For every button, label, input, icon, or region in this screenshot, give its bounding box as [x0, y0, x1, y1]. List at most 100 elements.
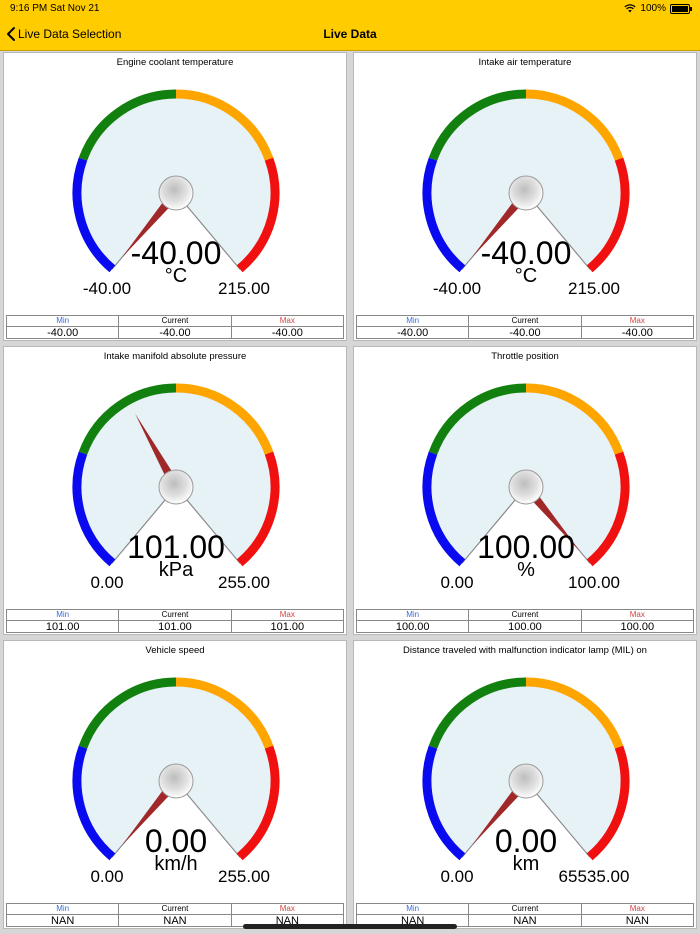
gauge-unit: °C [515, 265, 537, 287]
gauge-range-min: 0.00 [440, 573, 473, 592]
gauge-range-max: 100.00 [568, 573, 620, 592]
stat-current: Current NAN [119, 904, 232, 927]
gauge-unit: % [517, 559, 535, 581]
stat-min: Min -40.00 [357, 316, 470, 339]
stat-min-value: -40.00 [47, 327, 79, 339]
stat-max-value: -40.00 [621, 327, 653, 339]
stat-current: Current 101.00 [119, 610, 232, 633]
stat-min: Min 101.00 [7, 610, 120, 633]
gauge-range-min: 0.00 [440, 867, 473, 886]
gauge-range-max: 215.00 [218, 279, 270, 298]
gauge-dial: 100.00%0.00 100.00 [422, 383, 630, 592]
gauge-range-max: 215.00 [568, 279, 620, 298]
stat-min-label: Min [7, 610, 119, 621]
stat-min: Min -40.00 [7, 316, 120, 339]
gauge-range-max: 255.00 [218, 573, 270, 592]
gauge-dial: 0.00km/h0.00 255.00 [72, 677, 280, 886]
gauge-panel: Engine coolant temperature -40.00 °C -40.00… [3, 52, 347, 341]
home-indicator [243, 924, 457, 929]
gauge-range-min: -40.00 [433, 279, 481, 298]
stats-row: Min -40.00 Current -40.00 Max -40.00 [356, 315, 694, 339]
stat-current-value: 101.00 [158, 621, 192, 633]
stat-max: Max -40.00 [581, 316, 693, 339]
stat-min: Min 100.00 [357, 610, 470, 633]
gauge-panel: Vehicle speed 0.00 km/h 0.00 255.00 Min NAN Cur… [3, 640, 347, 929]
stat-current-label: Current [469, 316, 581, 327]
stat-current: Current -40.00 [469, 316, 582, 339]
stat-current-value: -40.00 [159, 327, 191, 339]
stat-min-value: -40.00 [397, 327, 429, 339]
gauge-hub [158, 469, 194, 505]
status-right: 100% [624, 3, 692, 14]
page-title: Live Data [323, 27, 377, 41]
stat-current-value: 100.00 [508, 621, 542, 633]
wifi-icon [624, 4, 637, 13]
stat-min-label: Min [7, 904, 119, 915]
stat-max-label: Max [581, 610, 693, 621]
stat-max-label: Max [581, 316, 693, 327]
gauge-hub [508, 469, 544, 505]
navigation-bar: Live Data Selection Live Data [0, 18, 700, 51]
gauge-unit: °C [165, 265, 187, 287]
stat-min-label: Min [357, 904, 469, 915]
gauge-dial: -40.00°C-40.00 215.00 [72, 89, 280, 298]
status-bar: 9:16 PM Sat Nov 21 100% [0, 0, 700, 18]
stat-current: Current 100.00 [469, 610, 582, 633]
stat-max: Max 101.00 [231, 610, 343, 633]
stat-current-value: NAN [163, 915, 187, 927]
stat-max: Max -40.00 [231, 316, 343, 339]
gauge-range-max: 255.00 [218, 867, 270, 886]
battery-percent: 100% [640, 3, 666, 14]
stat-current-label: Current [469, 904, 581, 915]
stat-min-value: 100.00 [395, 621, 430, 633]
stat-min-label: Min [7, 316, 119, 327]
gauge-hub [158, 175, 194, 211]
stat-max: Max NAN [581, 904, 693, 927]
stat-current-value: NAN [513, 915, 537, 927]
stats-row: Min 101.00 Current 101.00 Max 101.00 [6, 609, 344, 633]
stat-current-label: Current [119, 610, 231, 621]
stat-min-value: 101.00 [45, 621, 80, 633]
status-time: 9:16 PM [10, 3, 48, 14]
stat-min: Min NAN [357, 904, 470, 927]
stat-max: Max 100.00 [581, 610, 693, 633]
stat-current: Current NAN [469, 904, 582, 927]
gauge-unit: km/h [154, 853, 197, 875]
stat-max-value: -40.00 [271, 327, 303, 339]
gauge-dial: -40.00°C-40.00 215.00 [422, 89, 630, 298]
gauge-hub [508, 175, 544, 211]
stat-current-value: -40.00 [509, 327, 541, 339]
stat-min-label: Min [357, 610, 469, 621]
status-date: Sat Nov 21 [50, 3, 100, 14]
stats-row: Min -40.00 Current -40.00 Max -40.00 [6, 315, 344, 339]
stats-row: Min 100.00 Current 100.00 Max 100.00 [356, 609, 694, 633]
stat-current: Current -40.00 [119, 316, 232, 339]
stat-current-label: Current [119, 316, 231, 327]
stat-min: Min NAN [7, 904, 120, 927]
stat-min-value: NAN [51, 915, 75, 927]
gauge-panel: Intake manifold absolute pressure 101.00 k… [3, 346, 347, 635]
stat-max-label: Max [581, 904, 693, 915]
gauge-range-min: 0.00 [90, 867, 123, 886]
stat-max: Max NAN [231, 904, 343, 927]
gauge-panel: Intake air temperature -40.00 °C -40.00 215.… [353, 52, 697, 341]
gauge-unit: kPa [159, 559, 194, 581]
stat-max-label: Max [231, 316, 343, 327]
stat-current-label: Current [469, 610, 581, 621]
stat-max-value: 100.00 [620, 621, 655, 633]
gauge-panel: Distance traveled with malfunction indic… [353, 640, 697, 929]
stat-max-label: Max [231, 610, 343, 621]
gauge-dial: 0.00km0.00 65535.00 [422, 677, 630, 886]
stat-current-label: Current [119, 904, 231, 915]
stat-max-label: Max [231, 904, 343, 915]
gauge-panel: Throttle position 100.00% 0.00 100.00 Min 100… [353, 346, 697, 635]
gauge-unit: km [513, 853, 540, 875]
gauge-hub [508, 763, 544, 799]
gauge-range-min: -40.00 [83, 279, 131, 298]
gauge-hub [158, 763, 194, 799]
stat-max-value: 101.00 [270, 621, 305, 633]
gauge-dial: 101.00kPa0.00 255.00 [72, 383, 280, 592]
stat-max-value: NAN [625, 915, 649, 927]
battery-icon [670, 3, 692, 14]
gauge-range-max: 65535.00 [559, 867, 630, 886]
